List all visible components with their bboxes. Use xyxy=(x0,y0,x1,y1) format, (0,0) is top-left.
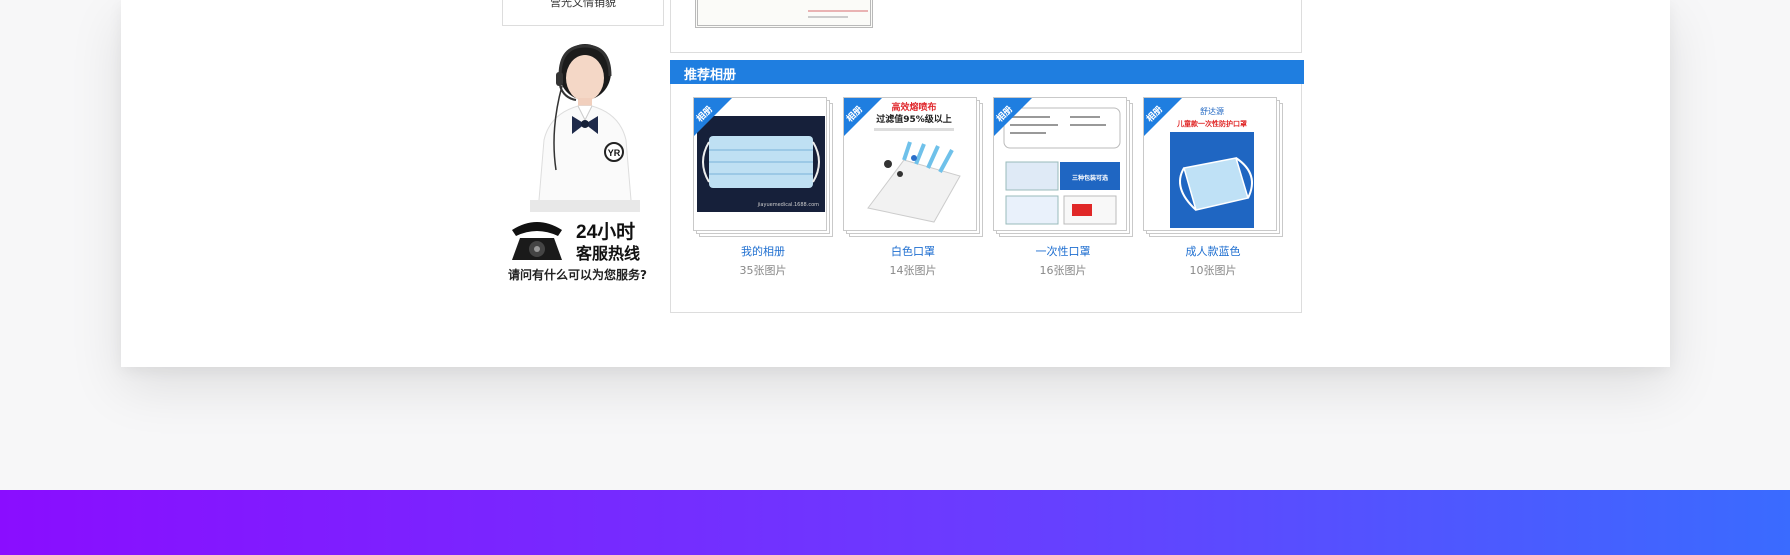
album-cover-stack[interactable]: jiayuemedical.1688.com 相册 xyxy=(693,97,833,237)
filter-title: 高效熔喷布 xyxy=(891,101,936,113)
album-name[interactable]: 一次性口罩 xyxy=(993,243,1133,259)
customer-service-block[interactable]: YR 24小时 客服热线 请问有什么可以为您服务? xyxy=(502,40,664,290)
left-info-text: 营光文情销貌 xyxy=(550,0,616,9)
hotline-row: 24小时 客服热线 xyxy=(502,216,664,266)
service-agent-image: YR xyxy=(530,44,640,212)
album-name[interactable]: 成人款蓝色 xyxy=(1143,243,1283,259)
hotline-label: 客服热线 xyxy=(576,244,641,263)
left-info-box: 营光文情销貌 xyxy=(502,0,664,26)
album-count: 14张图片 xyxy=(889,264,937,277)
recommended-albums-panel: 推荐相册 jiayuemedical.1688.com 相册 我的相册 35张图… xyxy=(670,60,1304,313)
album-card[interactable]: 舒达源 儿童款一次性防护口罩 相册 成人款蓝色 10张图片 xyxy=(1143,97,1283,277)
kids-title: 儿童款一次性防护口罩 xyxy=(1176,119,1247,128)
album-count: 10张图片 xyxy=(1189,264,1237,277)
service-prompt: 请问有什么可以为您服务? xyxy=(508,268,647,282)
page-stage: 营光文情销貌 YR 24小时 客服热线 请问有什么可以为您服务? 推荐相册 ji… xyxy=(0,0,1790,555)
album-section-header: 推荐相册 xyxy=(670,60,1304,84)
album-section-title: 推荐相册 xyxy=(684,68,737,83)
telephone-icon xyxy=(512,222,562,260)
album-ribbon: 相册 xyxy=(994,98,1032,136)
badge-text: YR xyxy=(608,148,621,158)
footer-gradient-band xyxy=(0,490,1790,555)
pack-badge: 三种包装可选 xyxy=(1072,174,1108,182)
album-name[interactable]: 白色口罩 xyxy=(843,243,983,259)
certificate-image[interactable] xyxy=(695,0,873,28)
album-cover-stack[interactable]: 三种包装可选 相册 xyxy=(993,97,1133,237)
album-card[interactable]: 三种包装可选 相册 一次性口罩 16张图片 xyxy=(993,97,1133,277)
album-count: 16张图片 xyxy=(1039,264,1087,277)
album-cover-stack[interactable]: 高效熔喷布 过滤值95%级以上 相册 xyxy=(843,97,983,237)
album-card[interactable]: 高效熔喷布 过滤值95%级以上 相册 白色口罩 14张图片 xyxy=(843,97,983,277)
album-cover-stack[interactable]: 舒达源 儿童款一次性防护口罩 相册 xyxy=(1143,97,1283,237)
album-ribbon: 相册 xyxy=(1144,98,1182,136)
album-card[interactable]: jiayuemedical.1688.com 相册 我的相册 35张图片 xyxy=(693,97,833,277)
album-count: 35张图片 xyxy=(739,264,787,277)
album-ribbon: 相册 xyxy=(694,98,732,136)
album-name[interactable]: 我的相册 xyxy=(693,243,833,259)
album-ribbon: 相册 xyxy=(844,98,882,136)
kids-brand: 舒达源 xyxy=(1200,106,1224,116)
certificate-panel xyxy=(670,0,1302,53)
mask-watermark: jiayuemedical.1688.com xyxy=(757,202,819,208)
filter-subtitle: 过滤值95%级以上 xyxy=(876,113,952,125)
